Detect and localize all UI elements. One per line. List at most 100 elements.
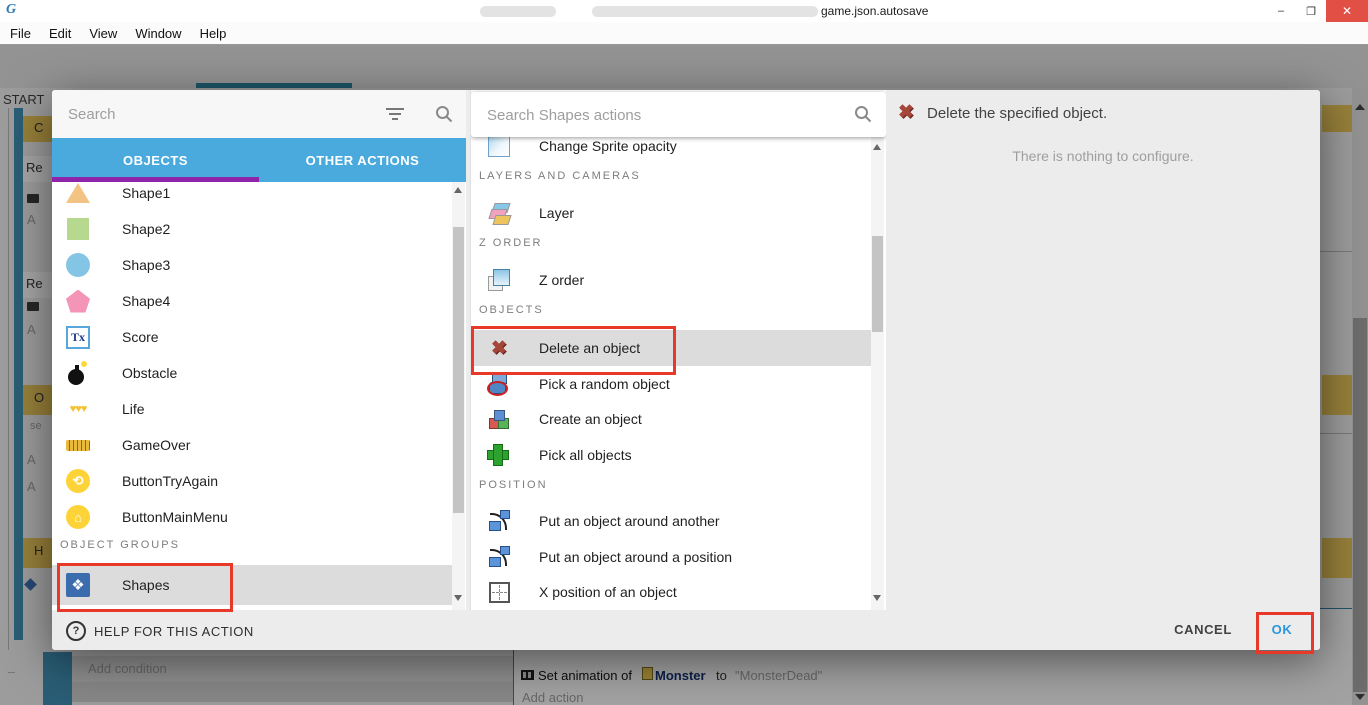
object-label: Life (122, 401, 145, 417)
action-label: Z order (539, 272, 584, 288)
action-row-z-order[interactable]: Z order (471, 262, 871, 298)
object-tabs: OBJECTS OTHER ACTIONS (52, 138, 466, 182)
menu-view[interactable]: View (80, 26, 126, 41)
action-row-put-around-position[interactable]: Put an object around a position (471, 539, 871, 575)
objects-scrollbar[interactable] (452, 182, 465, 610)
object-row-shape4[interactable]: Shape4 (52, 283, 452, 319)
action-description: Delete the specified object. (927, 105, 1107, 122)
object-label: Obstacle (122, 365, 177, 381)
filter-icon[interactable] (386, 108, 404, 120)
search-icon[interactable] (854, 105, 872, 123)
object-label: Score (122, 329, 159, 345)
action-row-pick-all-objects[interactable]: Pick all objects (471, 437, 871, 473)
titlebar: G game.json.autosave – ❐ ✕ (0, 0, 1368, 22)
delete-cross-icon: ✖ (898, 103, 914, 122)
object-search-bar (52, 90, 466, 138)
opacity-icon (487, 134, 511, 158)
help-icon[interactable]: ? (66, 621, 86, 641)
gdevelop-logo-icon: G (6, 2, 16, 18)
pick-random-icon (487, 372, 511, 396)
action-label: Layer (539, 205, 574, 221)
z-order-icon (487, 268, 511, 292)
scroll-down-icon[interactable] (454, 595, 462, 601)
minimize-icon: – (1278, 5, 1284, 17)
nothing-to-configure-text: There is nothing to configure. (886, 148, 1320, 164)
action-label: Delete an object (539, 340, 640, 356)
delete-cross-icon: ✖ (487, 336, 511, 360)
actions-search-bar (471, 92, 886, 137)
scrollbar-thumb[interactable] (872, 236, 883, 332)
scrollbar-thumb[interactable] (453, 227, 464, 513)
close-button[interactable]: ✕ (1326, 0, 1368, 22)
green-plus-icon (487, 443, 511, 467)
scroll-down-icon[interactable] (873, 595, 881, 601)
retry-button-icon: ⟲ (66, 469, 90, 493)
text-object-icon: Tx (66, 325, 90, 349)
object-label: Shape1 (122, 185, 170, 201)
object-row-shape1[interactable]: Shape1 (52, 182, 452, 211)
actions-search-input[interactable] (485, 101, 839, 129)
menu-edit[interactable]: Edit (40, 26, 80, 41)
object-row-shape3[interactable]: Shape3 (52, 247, 452, 283)
help-button[interactable]: HELP FOR THIS ACTION (94, 624, 254, 639)
action-label: Pick all objects (539, 447, 632, 463)
object-label: Shape4 (122, 293, 170, 309)
object-search-input[interactable] (66, 100, 370, 128)
action-row-x-position[interactable]: X position of an object (471, 574, 871, 610)
objects-list: Shape1 Shape2 Shape3 Shape4 Tx Score Obs… (52, 182, 466, 610)
action-label: Put an object around another (539, 513, 720, 529)
redacted-path-segment (592, 6, 818, 17)
actions-scrollbar[interactable] (871, 137, 884, 610)
menu-file[interactable]: File (0, 26, 40, 41)
object-label: Shape3 (122, 257, 170, 273)
layers-icon (487, 201, 511, 225)
banner-icon (66, 433, 90, 457)
put-around-icon (487, 545, 511, 569)
action-row-delete-an-object[interactable]: ✖ Delete an object (471, 330, 871, 366)
object-row-obstacle[interactable]: Obstacle (52, 355, 452, 391)
object-row-shape2[interactable]: Shape2 (52, 211, 452, 247)
actions-list-panel: Change Sprite opacity LAYERS AND CAMERAS… (470, 90, 886, 610)
object-row-life[interactable]: ♥♥♥ Life (52, 391, 452, 427)
tab-label: OTHER ACTIONS (306, 153, 420, 168)
minimize-button[interactable]: – (1266, 0, 1296, 22)
restore-button[interactable]: ❐ (1296, 0, 1326, 22)
action-label: Pick a random object (539, 376, 670, 392)
section-header-zorder: Z ORDER (479, 237, 543, 249)
object-row-buttontryagain[interactable]: ⟲ ButtonTryAgain (52, 463, 452, 499)
menu-help[interactable]: Help (191, 26, 236, 41)
action-row-create-object[interactable]: Create an object (471, 401, 871, 437)
cancel-button[interactable]: CANCEL (1172, 622, 1234, 637)
scroll-up-icon[interactable] (873, 144, 881, 150)
action-config-panel: ✖ Delete the specified object. There is … (886, 90, 1320, 612)
action-row-put-around-another[interactable]: Put an object around another (471, 503, 871, 539)
tab-objects[interactable]: OBJECTS (52, 138, 259, 182)
section-header-objects: OBJECTS (479, 304, 544, 316)
object-row-gameover[interactable]: GameOver (52, 427, 452, 463)
action-row-pick-random-object[interactable]: Pick a random object (471, 366, 871, 402)
section-header-layers: LAYERS AND CAMERAS (479, 170, 641, 182)
bomb-icon (66, 361, 90, 385)
object-label: GameOver (122, 437, 190, 453)
action-label: Create an object (539, 411, 642, 427)
pentagon-icon (66, 289, 90, 313)
dialog-footer: ? HELP FOR THIS ACTION CANCEL OK (52, 612, 1320, 650)
object-row-buttonmainmenu[interactable]: ⌂ ButtonMainMenu (52, 499, 452, 535)
group-row-shapes[interactable]: ❖ Shapes (52, 565, 452, 605)
ok-button[interactable]: OK (1254, 622, 1310, 637)
menu-window[interactable]: Window (126, 26, 190, 41)
search-icon[interactable] (435, 105, 453, 123)
object-row-score[interactable]: Tx Score (52, 319, 452, 355)
scroll-up-icon[interactable] (454, 187, 462, 193)
section-header-position: POSITION (479, 479, 548, 491)
triangle-icon (66, 182, 90, 205)
close-icon: ✕ (1342, 4, 1352, 18)
group-label: Shapes (122, 577, 169, 593)
gdevelop-window: G game.json.autosave – ❐ ✕ File Edit Vie… (0, 0, 1368, 705)
window-title: game.json.autosave (821, 4, 928, 18)
action-row-layer[interactable]: Layer (471, 195, 871, 231)
redacted-path-segment (480, 6, 556, 17)
tab-other-actions[interactable]: OTHER ACTIONS (259, 138, 466, 182)
hearts-icon: ♥♥♥ (66, 397, 90, 421)
action-label: X position of an object (539, 584, 677, 600)
